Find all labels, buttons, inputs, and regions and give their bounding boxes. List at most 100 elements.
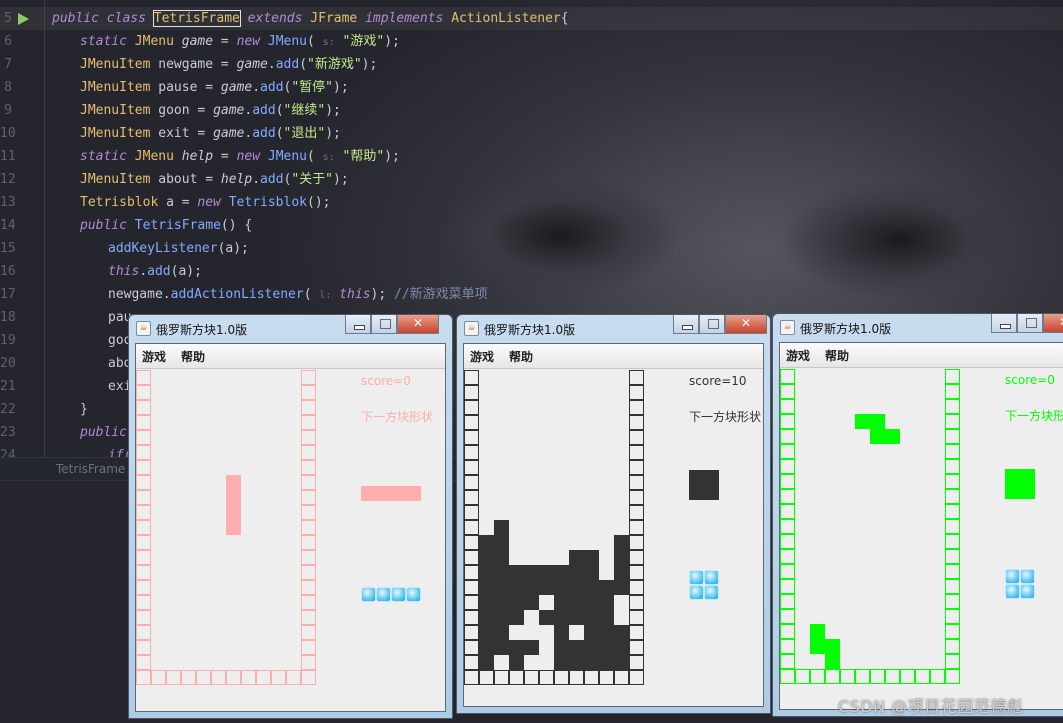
block-cell [584,610,599,625]
code-text: addKeyListener(a); [108,237,249,260]
minimize-button[interactable] [673,315,699,334]
code-line[interactable]: 6 static JMenu game = new JMenu( s: "游戏")… [0,30,1063,53]
tetromino-image-icon [1005,584,1020,599]
tetromino-image-icon [704,570,719,585]
code-token: this [108,264,140,279]
wall-cell [780,594,795,609]
block-cell [479,595,494,610]
line-number: 15 [0,241,16,256]
wall-cell [136,640,151,655]
breadcrumb-class[interactable]: TetrisFrame [56,462,125,476]
block-cell [509,655,524,670]
code-line[interactable]: 9 JMenuItem goon = game.add("继续"); [0,99,1063,122]
code-token: ); [384,149,400,164]
code-text: public [80,421,127,444]
line-number: 12 [0,172,16,187]
code-line[interactable]: 17 newgame.addActionListener( l: this); /… [0,283,1063,306]
wall-cell [211,670,226,685]
wall-cell [945,564,960,579]
code-token: JMenu [267,34,308,49]
wall-cell [780,474,795,489]
code-token: ); [333,80,349,95]
maximize-button[interactable] [371,315,397,334]
wall-cell [945,504,960,519]
wall-cell [301,400,316,415]
title-bar[interactable]: ☕ 俄罗斯方块1.0版 ✕ [457,315,770,343]
wall-cell [629,535,644,550]
block-cell [479,580,494,595]
block-cell [614,580,629,595]
wall-cell [464,610,479,625]
code-token: = [197,80,221,95]
code-token: = [189,103,214,118]
wall-cell [464,640,479,655]
block-cell [569,655,584,670]
code-text: } [80,398,88,421]
maximize-button[interactable] [699,315,725,334]
code-token: = [197,172,221,187]
wall-cell [464,655,479,670]
minimize-button[interactable] [991,314,1017,333]
menu-game[interactable]: 游戏 [786,347,810,364]
run-icon[interactable] [18,13,29,25]
close-button[interactable]: ✕ [725,315,767,334]
code-line[interactable]: 12 JMenuItem about = help.add("关于"); [0,168,1063,191]
tetromino-image-icon [376,587,391,602]
menu-help[interactable]: 帮助 [181,348,205,365]
block-cell [554,580,569,595]
block-cell [494,580,509,595]
wall-cell [780,669,795,684]
wall-cell [629,565,644,580]
code-token: game [213,103,245,118]
title-bar[interactable]: ☕ 俄罗斯方块1.0版 ✕ [129,315,452,343]
wall-cell [945,369,960,384]
wall-cell [780,429,795,444]
block-cell [524,580,539,595]
wall-cell [464,550,479,565]
block-cell [479,640,494,655]
close-button[interactable]: ✕ [1043,314,1063,333]
wall-cell [464,385,479,400]
tetris-window[interactable]: ☕ 俄罗斯方块1.0版 ✕ 游戏 帮助 score=0 下一方块形状 [772,313,1063,717]
menu-bar: 游戏 帮助 [780,343,1063,368]
code-token: add [147,264,171,279]
code-token: ( [275,126,284,141]
wall-cell [629,550,644,565]
block-cell [554,595,569,610]
wall-cell [780,414,795,429]
code-line[interactable]: 8 JMenuItem pause = game.add("暂停"); [0,76,1063,99]
minimize-button[interactable] [345,315,371,334]
title-bar[interactable]: ☕ 俄罗斯方块1.0版 ✕ [773,314,1063,342]
close-button[interactable]: ✕ [397,315,439,334]
maximize-button[interactable] [1017,314,1043,333]
menu-game[interactable]: 游戏 [142,348,166,365]
code-line[interactable]: 13 Tetrisblok a = new Tetrisblok(); [0,191,1063,214]
menu-game[interactable]: 游戏 [470,348,494,365]
tetromino-image-icon [1005,569,1020,584]
menu-help[interactable]: 帮助 [509,348,533,365]
code-line[interactable]: 16 this.add(a); [0,260,1063,283]
code-line[interactable]: 15 addKeyListener(a); [0,237,1063,260]
code-line[interactable]: 14 public TetrisFrame() { [0,214,1063,237]
tetris-window[interactable]: ☕ 俄罗斯方块1.0版 ✕ 游戏 帮助 score=10 下一方块形状 [456,314,771,714]
code-line[interactable]: 7 JMenuItem newgame = game.add("新游戏"); [0,53,1063,76]
wall-cell [464,445,479,460]
code-token: (a); [217,241,249,256]
block-cell [509,640,524,655]
block-cell [584,640,599,655]
code-token: JMenuItem [80,172,159,187]
tetris-window[interactable]: ☕ 俄罗斯方块1.0版 ✕ 游戏 帮助 score=0 下一方块形状 [128,314,453,719]
wall-cell [629,580,644,595]
block-cell [614,640,629,655]
code-token: JMenuItem [80,57,159,72]
code-line[interactable]: 5 public class TetrisFrame extends JFrame… [0,7,1063,30]
code-token: = [213,34,237,49]
block-cell [825,654,840,669]
block-cell [870,414,885,429]
tetromino-image-icon [704,585,719,600]
menu-help[interactable]: 帮助 [825,347,849,364]
code-line[interactable]: 11 static JMenu help = new JMenu( s: "帮助"… [0,145,1063,168]
code-line[interactable]: 10 JMenuItem exit = game.add("退出"); [0,122,1063,145]
watermark: CSDN @项目花园范德彪 [838,697,1024,716]
line-number: 9 [4,103,12,118]
